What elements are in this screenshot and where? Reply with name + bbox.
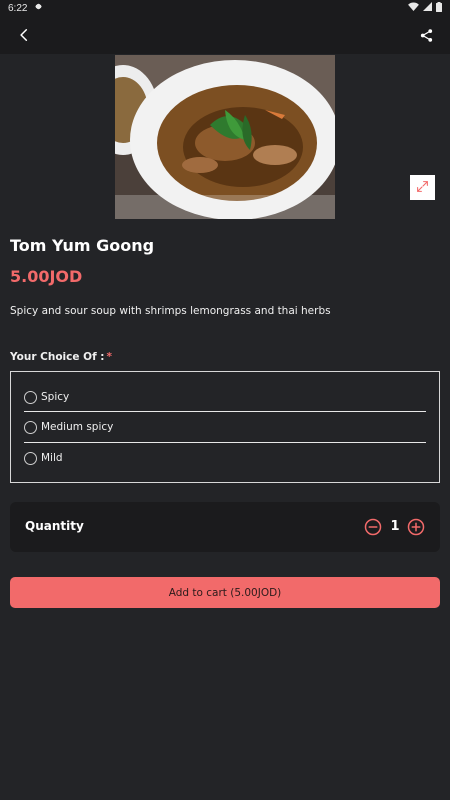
food-image <box>115 55 335 219</box>
app-bar <box>0 16 450 54</box>
settings-gear-icon <box>34 2 43 14</box>
choice-options: Spicy Medium spicy Mild <box>10 371 440 483</box>
status-time: 6:22 <box>8 2 28 14</box>
choice-title-label: Your Choice Of : <box>10 351 105 363</box>
signal-icon <box>423 2 432 14</box>
option-spicy[interactable]: Spicy <box>24 382 426 412</box>
choice-title: Your Choice Of : * <box>10 351 112 363</box>
quantity-value: 1 <box>390 519 400 534</box>
option-mild[interactable]: Mild <box>24 443 426 473</box>
expand-icon <box>416 178 429 197</box>
radio-button[interactable] <box>24 390 37 404</box>
expand-image-button[interactable] <box>410 175 435 200</box>
option-label: Medium spicy <box>41 421 114 433</box>
back-arrow-icon[interactable] <box>10 21 38 49</box>
add-to-cart-button[interactable]: Add to cart (5.00JOD) <box>10 577 440 608</box>
required-mark: * <box>106 351 113 363</box>
status-icons <box>408 1 442 15</box>
option-label: Spicy <box>41 391 70 403</box>
quantity-card: Quantity 1 <box>10 502 440 552</box>
item-description: Spicy and sour soup with shrimps lemongr… <box>10 305 331 317</box>
option-label: Mild <box>41 452 63 464</box>
wifi-icon <box>408 2 419 14</box>
quantity-label: Quantity <box>25 519 84 533</box>
battery-icon <box>436 1 442 15</box>
radio-button[interactable] <box>24 451 37 465</box>
share-icon[interactable] <box>412 21 440 49</box>
option-medium-spicy[interactable]: Medium spicy <box>24 412 426 442</box>
minus-circle-icon[interactable] <box>364 518 382 536</box>
item-price: 5.00JOD <box>10 267 83 286</box>
radio-button[interactable] <box>24 420 37 434</box>
item-name: Tom Yum Goong <box>10 236 155 255</box>
status-bar: 6:22 <box>0 0 450 16</box>
plus-circle-icon[interactable] <box>407 518 425 536</box>
